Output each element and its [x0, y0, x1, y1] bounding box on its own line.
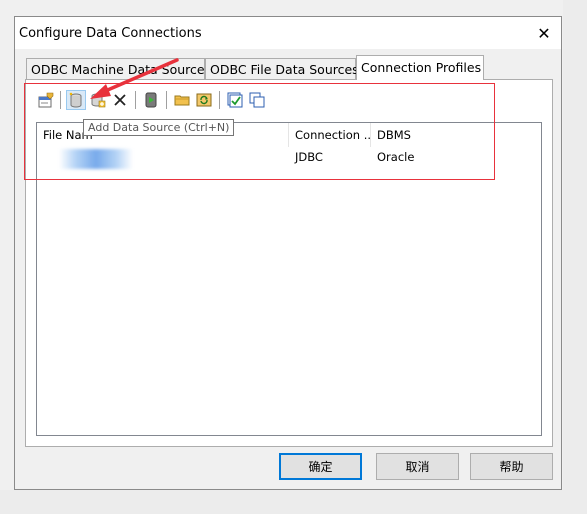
annotation-arrow-icon: [90, 58, 179, 99]
